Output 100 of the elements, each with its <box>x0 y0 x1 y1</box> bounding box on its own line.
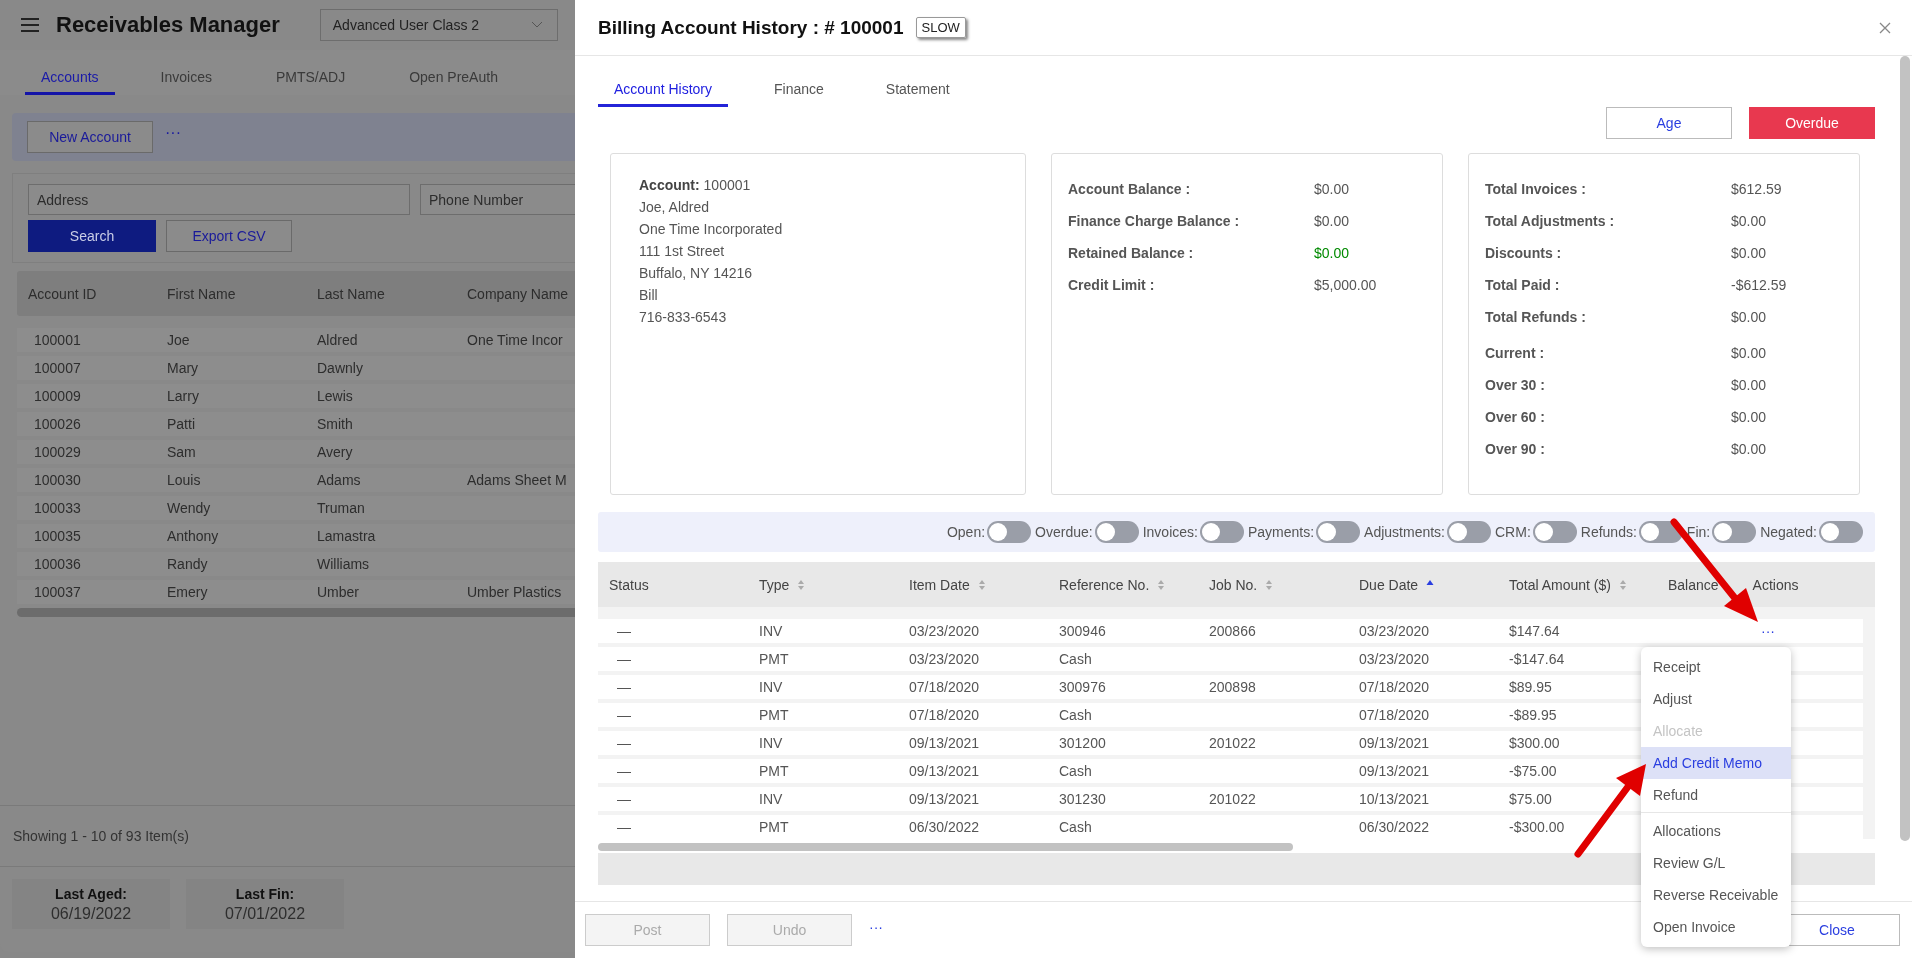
toggle-switch[interactable] <box>1199 521 1244 543</box>
table-cell-text: 10/13/2021 <box>1359 791 1431 807</box>
table-row[interactable]: — INV 03/23/2020 300946 200866 03/23/2020 $147.64 ··· <box>598 619 1863 643</box>
table-cell-text: 06/30/2022 <box>909 819 981 835</box>
table-cell-text: 03/23/2020 <box>1359 651 1431 667</box>
table-cell-text: Avery <box>317 444 354 460</box>
toggle-switch[interactable] <box>1819 521 1863 543</box>
column-header[interactable]: Reference No. <box>1059 576 1209 593</box>
table-row[interactable]: 100033 Wendy Truman <box>17 496 575 520</box>
column-header[interactable]: Job No. <box>1209 576 1359 593</box>
table-cell-text: 07/18/2020 <box>1359 679 1431 695</box>
column-header: Company Name <box>467 285 570 302</box>
column-header[interactable]: Actions <box>1752 576 1833 593</box>
field-label: Discounts : <box>1485 245 1563 261</box>
table-row[interactable]: 100029 Sam Avery <box>17 440 575 464</box>
table-cell-text: Cash <box>1059 763 1093 779</box>
table-cell-text: 09/13/2021 <box>1359 763 1431 779</box>
age-button[interactable]: Age <box>1606 107 1732 139</box>
toggle-label: CRM: <box>1495 524 1531 540</box>
toggle-switch[interactable] <box>1316 521 1361 543</box>
table-cell-text: Adams <box>317 472 362 488</box>
new-account-button[interactable]: New Account <box>27 121 153 153</box>
column-header[interactable]: Balance <box>1668 576 1719 593</box>
address-field[interactable]: Address <box>28 184 410 215</box>
table-row[interactable]: 100009 Larry Lewis <box>17 384 575 408</box>
table-cell-text: — <box>616 791 632 807</box>
column-header[interactable]: Item Date <box>909 576 1059 593</box>
field-label: Over 30 : <box>1485 377 1546 393</box>
modal-title: Billing Account History : # 100001 <box>598 16 904 39</box>
table-row[interactable]: 100001 Joe Aldred One Time Incor <box>17 328 575 352</box>
sort-icon[interactable] <box>797 578 806 591</box>
sort-icon[interactable] <box>977 578 986 591</box>
sort-icon[interactable] <box>1618 578 1627 591</box>
toggle-switch[interactable] <box>1712 521 1757 543</box>
search-button[interactable]: Search <box>28 220 156 252</box>
sort-icon[interactable] <box>1157 578 1166 591</box>
table-row[interactable]: 100026 Patti Smith <box>17 412 575 436</box>
table-row[interactable]: 100007 Mary Dawnly <box>17 356 575 380</box>
field-label: Over 90 : <box>1485 441 1546 457</box>
column-header[interactable]: Total Amount ($) <box>1509 576 1668 593</box>
toggle-switch[interactable] <box>1532 521 1577 543</box>
table-row[interactable]: 100030 Louis Adams Adams Sheet M <box>17 468 575 492</box>
scrollbar[interactable] <box>1900 56 1910 841</box>
sort-icon[interactable] <box>1265 578 1274 591</box>
scrollbar[interactable] <box>598 843 1293 851</box>
field-label: Total Paid : <box>1485 277 1561 293</box>
nav-tab[interactable]: Accounts <box>25 69 115 95</box>
close-icon[interactable] <box>1879 21 1891 34</box>
toggle-switch[interactable] <box>987 521 1032 543</box>
tab[interactable]: Finance <box>758 81 840 107</box>
menu-item[interactable]: Add Credit Memo <box>1641 747 1791 779</box>
date-value: 07/01/2022 <box>224 904 306 923</box>
table-cell-text: 301230 <box>1059 791 1107 807</box>
field-value: $0.00 <box>1731 245 1767 261</box>
field-label: Finance Charge Balance : <box>1068 213 1241 229</box>
date-value: 06/19/2022 <box>50 904 132 923</box>
user-class-dropdown[interactable]: Advanced User Class 2 <box>319 9 558 41</box>
toggle-switch[interactable] <box>1094 521 1139 543</box>
table-cell-text: $147.64 <box>1509 623 1561 639</box>
toggle-label: Open: <box>946 524 986 540</box>
toggle-label: Adjustments: <box>1364 524 1445 540</box>
table-cell-text: Randy <box>167 556 209 572</box>
table-cell-text: Umber Plastics <box>467 584 563 600</box>
menu-item[interactable]: Reverse Receivable <box>1641 879 1791 911</box>
toggle-switch[interactable] <box>1638 521 1683 543</box>
table-row[interactable]: 100035 Anthony Lamastra <box>17 524 575 548</box>
table-cell-text: 100029 <box>33 444 82 460</box>
toggle-switch[interactable] <box>1447 521 1491 543</box>
phone-field[interactable]: Phone Number <box>420 184 575 215</box>
column-header[interactable]: Status <box>609 576 759 593</box>
table-cell-text: Patti <box>167 416 196 432</box>
account-number: Account: 100001 <box>639 176 752 195</box>
export-button[interactable]: Export CSV <box>166 220 292 252</box>
app-title: Receivables Manager <box>56 12 280 38</box>
account-line: Bill <box>639 286 659 305</box>
table-cell-text: — <box>616 623 632 639</box>
menu-icon[interactable] <box>20 17 40 33</box>
table-row[interactable]: 100037 Emery Umber Umber Plastics <box>17 580 575 604</box>
actions-button[interactable]: ··· <box>1755 623 1841 639</box>
menu-item[interactable]: Review G/L <box>1641 847 1791 879</box>
tab[interactable]: Account History <box>598 81 729 107</box>
column-header[interactable]: Type <box>759 576 909 593</box>
table-cell-text: Umber <box>317 584 360 600</box>
table-cell-text: PMT <box>759 651 790 667</box>
table-cell-text: Smith <box>317 416 354 432</box>
field-label: Credit Limit : <box>1068 277 1156 293</box>
table-cell-text: 300946 <box>1059 623 1107 639</box>
table-cell-text: Mary <box>167 360 200 376</box>
table-cell-text: 100026 <box>33 416 82 432</box>
table-cell-text: -$89.95 <box>1509 707 1558 723</box>
column-header[interactable]: Due Date <box>1359 576 1509 593</box>
column-header: First Name <box>167 285 237 302</box>
overdue-button[interactable]: Overdue <box>1749 107 1875 139</box>
table-cell-text: 07/18/2020 <box>1359 707 1431 723</box>
field-value: $0.00 <box>1731 345 1767 361</box>
more-button[interactable]: ··· <box>869 919 883 935</box>
table-row[interactable]: 100036 Randy Williams <box>17 552 575 576</box>
toggle-label: Negated: <box>1760 524 1817 540</box>
tab[interactable]: Statement <box>869 81 966 107</box>
table-cell-text: — <box>616 819 632 835</box>
